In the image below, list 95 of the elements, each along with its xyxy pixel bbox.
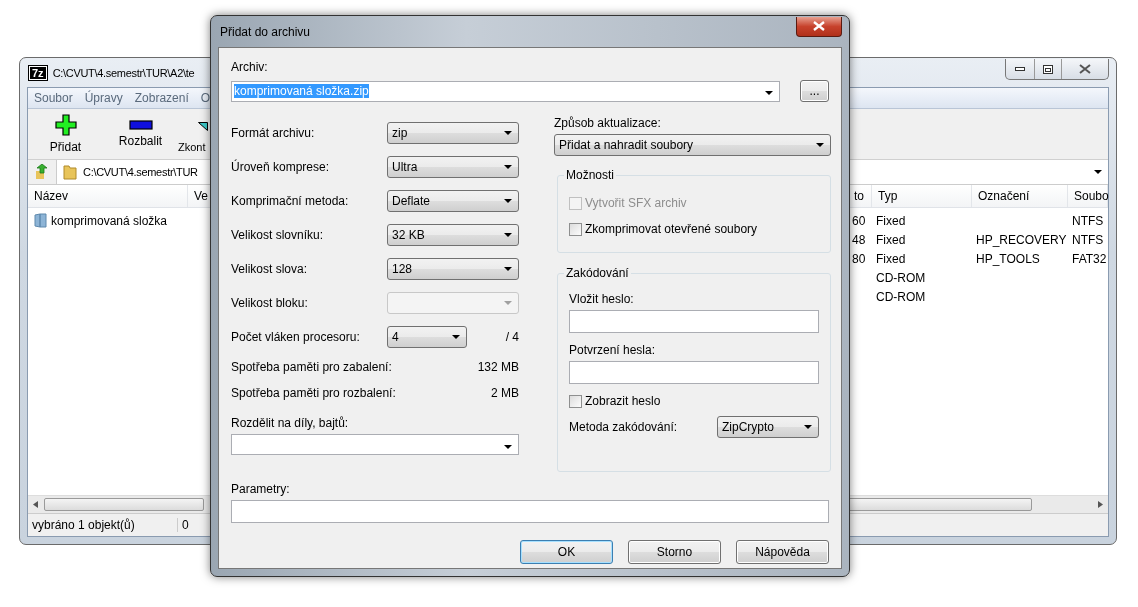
- table-cell-text: Fixed: [875, 251, 907, 266]
- dropdown[interactable]: 32 KB: [387, 224, 519, 246]
- caret-icon: [504, 131, 512, 135]
- dialog-button[interactable]: Storno: [628, 540, 721, 564]
- app-logo: 7z: [29, 65, 47, 80]
- dropdown[interactable]: Ultra: [387, 156, 519, 178]
- column-header[interactable]: Soubo: [1068, 185, 1108, 207]
- folder-icon: [34, 213, 47, 228]
- table-cell-text: HP_TOOLS: [975, 251, 1041, 266]
- maximize-icon: [1043, 64, 1053, 74]
- password-confirm-field[interactable]: [569, 361, 819, 384]
- thread-count: / 4: [505, 330, 519, 344]
- field-label: Úroveň komprese:: [231, 160, 330, 174]
- table-cell-text: FAT32: [1071, 251, 1108, 266]
- caret-icon: [504, 444, 512, 449]
- parameters-field[interactable]: [231, 500, 829, 523]
- menu-item[interactable]: Zobrazení: [128, 91, 195, 105]
- caret-icon: [504, 165, 512, 169]
- split-size-field[interactable]: [231, 434, 519, 455]
- field-label: Spotřeba paměti pro rozbalení:: [231, 386, 396, 400]
- field-label: Metoda zakódování:: [569, 420, 678, 434]
- group-title: Možnosti: [564, 168, 617, 182]
- table-cell-text: 80: [851, 251, 867, 266]
- caret-icon: [504, 267, 512, 271]
- field-label: Spotřeba paměti pro zabalení:: [231, 360, 392, 374]
- dialog-button[interactable]: OK: [520, 540, 613, 564]
- folder-icon: [63, 164, 77, 180]
- checkbox-label: Zobrazit heslo: [585, 394, 661, 408]
- table-cell-text: Fixed: [875, 232, 907, 247]
- table-cell-text: CD-ROM: [875, 270, 927, 285]
- window-title: C:\CVUT\4.semestr\TUR\A2\te: [52, 66, 195, 79]
- table-cell-text: HP_RECOVERY: [975, 232, 1068, 247]
- dropdown[interactable]: zip: [387, 122, 519, 144]
- toolbar-button[interactable]: Zkont: [178, 115, 208, 153]
- checkbox-label: Zkomprimovat otevřené soubory: [585, 222, 758, 236]
- dropdown[interactable]: ZipCrypto: [717, 416, 819, 438]
- memory-value: 2 MB: [491, 386, 519, 400]
- menu-item[interactable]: Soubor: [28, 91, 79, 105]
- column-header[interactable]: Typ: [872, 185, 972, 207]
- table-cell-text: Fixed: [875, 213, 907, 228]
- field-label: Velikost slovníku:: [231, 228, 324, 242]
- table-cell-text: 48: [851, 232, 867, 247]
- up-folder-button[interactable]: [28, 160, 57, 184]
- caret-icon: [504, 199, 512, 203]
- checkbox[interactable]: [569, 394, 582, 408]
- field-label: Způsob aktualizace:: [554, 116, 662, 130]
- table-cell-text: NTFS: [1071, 232, 1105, 247]
- dropdown[interactable]: Deflate: [387, 190, 519, 212]
- checkbox-label: Vytvořit SFX archiv: [585, 196, 687, 210]
- field-label: Velikost bloku:: [231, 296, 308, 310]
- caret-icon: [1094, 170, 1102, 174]
- toolbar-button[interactable]: Rozbalit: [103, 120, 178, 148]
- field-label: Velikost slova:: [231, 262, 308, 276]
- caret-icon: [816, 143, 824, 147]
- dropdown[interactable]: 128: [387, 258, 519, 280]
- table-cell-text: CD-ROM: [875, 289, 927, 304]
- table-cell-text: NTFS: [1071, 213, 1105, 228]
- close-button[interactable]: [796, 16, 842, 37]
- memory-value: 132 MB: [477, 360, 519, 374]
- password-field[interactable]: [569, 310, 819, 333]
- caret-icon: [804, 425, 812, 429]
- triangle-icon: [198, 121, 208, 131]
- dialog-button[interactable]: Nápověda: [736, 540, 829, 564]
- dropdown[interactable]: Přidat a nahradit soubory: [554, 134, 831, 156]
- checkbox[interactable]: [569, 222, 582, 236]
- caret-icon: [504, 233, 512, 237]
- address-field[interactable]: C:\CVUT\4.semestr\TUR: [57, 161, 215, 183]
- status-text: vybráno 1 objekt(ů): [28, 518, 178, 532]
- field-label: Počet vláken procesoru:: [231, 330, 360, 344]
- close-icon: [1079, 64, 1091, 74]
- field-label: Archiv:: [231, 60, 269, 74]
- field-label: Parametry:: [231, 482, 291, 496]
- field-label: Vložit heslo:: [569, 292, 635, 306]
- list-item[interactable]: komprimovaná složka: [28, 213, 217, 228]
- field-label: Potvrzení hesla:: [569, 343, 657, 357]
- minimize-icon: [1015, 67, 1025, 71]
- column-header[interactable]: Označení: [972, 185, 1068, 207]
- minus-icon: [128, 120, 153, 130]
- browse-button[interactable]: ...: [800, 80, 829, 102]
- group-title: Zakódování: [564, 266, 631, 280]
- close-icon: [813, 21, 825, 31]
- caret-icon: [452, 335, 460, 339]
- caret-icon: [504, 301, 512, 305]
- caret-icon: [765, 91, 773, 95]
- column-header[interactable]: Název: [28, 185, 188, 207]
- toolbar-button[interactable]: Přidat: [28, 114, 103, 154]
- menu-item[interactable]: Úpravy: [78, 91, 129, 105]
- field-label: Rozdělit na díly, bajtů:: [231, 416, 350, 430]
- dropdown[interactable]: 4: [387, 326, 467, 348]
- field-label: Komprimační metoda:: [231, 194, 349, 208]
- plus-icon: [54, 114, 77, 136]
- table-cell-text: 60: [851, 213, 867, 228]
- up-arrow-icon: [34, 164, 50, 180]
- dialog-title: Přidat do archivu: [220, 24, 311, 39]
- field-label: Formát archivu:: [231, 126, 315, 140]
